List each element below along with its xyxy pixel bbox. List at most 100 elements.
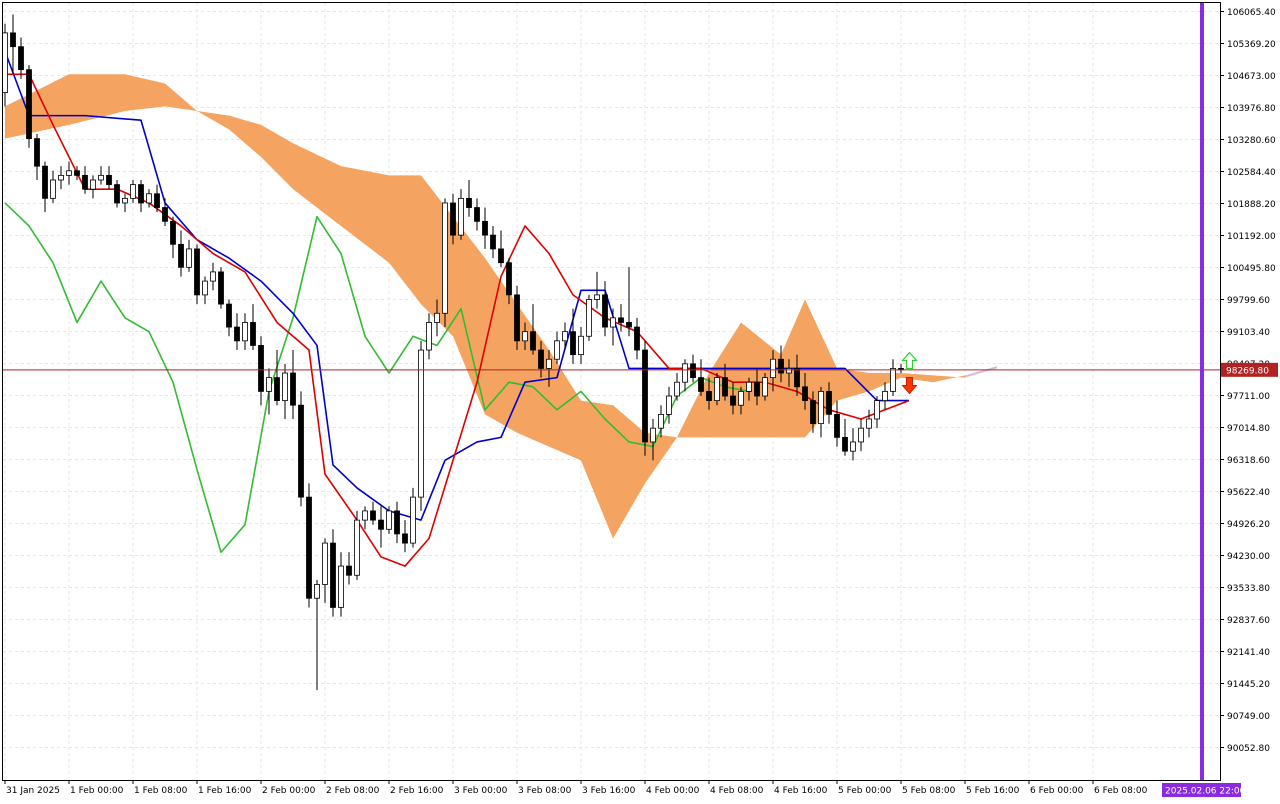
candle-up — [354, 519, 360, 576]
candle-up — [58, 174, 64, 181]
x-tick-label: 2 Feb 16:00 — [390, 786, 444, 796]
candle-down — [722, 377, 728, 397]
kumo-bull-segment — [453, 216, 485, 415]
y-axis: 106065.40 105369.20 104673.00 103976.80 1032… — [1220, 8, 1278, 754]
x-tick-label: 3 Feb 16:00 — [582, 786, 636, 796]
candle-down — [450, 202, 456, 236]
candle-up — [874, 400, 880, 420]
candle-down — [226, 303, 232, 328]
candle-down — [690, 363, 696, 379]
candle-down — [706, 391, 712, 402]
candle-down — [290, 372, 296, 406]
candle-up — [418, 349, 424, 498]
signal-arrows — [901, 351, 918, 395]
candle-up — [746, 381, 752, 392]
y-tick-label: 101192.00 — [1227, 232, 1276, 242]
candle-up — [546, 358, 552, 369]
candle-down — [834, 413, 840, 438]
candle-down — [178, 243, 184, 268]
candle-down — [74, 170, 80, 176]
kumo-bull-segment — [901, 373, 933, 383]
candle-down — [482, 220, 488, 236]
chikou-span-line — [4, 202, 750, 554]
candle-down — [474, 207, 480, 222]
candle-up — [442, 202, 448, 314]
y-tick-label: 90749.00 — [1227, 712, 1270, 722]
candle-down — [234, 326, 240, 342]
candle-down — [530, 331, 536, 351]
x-tick-label: 2 Feb 08:00 — [326, 786, 380, 796]
kumo-bull-segment — [933, 375, 965, 383]
y-tick-label: 97711.00 — [1227, 392, 1270, 402]
time-marker-label: 2025.02.06 22:00 — [1165, 787, 1246, 797]
candle-up — [714, 377, 720, 402]
candle-up — [866, 418, 872, 429]
kumo-bull-segment — [197, 111, 229, 130]
x-tick-label: 4 Feb 08:00 — [710, 786, 764, 796]
x-tick-label: 6 Feb 08:00 — [1094, 786, 1148, 796]
kumo-bull-segment — [741, 322, 781, 438]
candle-down — [106, 174, 112, 185]
candle-up — [410, 496, 416, 544]
chart-container[interactable]: 106065.40 105369.20 104673.00 103976.80 1032… — [0, 0, 1280, 800]
kumo-bull-segment — [837, 368, 869, 401]
kumo-bull-segment — [165, 83, 197, 112]
plot-border — [2, 2, 1221, 781]
x-tick-label: 1 Feb 16:00 — [198, 786, 252, 796]
candle-up — [202, 280, 208, 296]
candle-down — [194, 248, 200, 296]
candle-down — [170, 220, 176, 245]
x-tick-label: 1 Feb 08:00 — [134, 786, 188, 796]
x-tick-label: 2 Feb 00:00 — [262, 786, 316, 796]
candle-up — [562, 331, 568, 342]
candle-up — [578, 335, 584, 356]
x-axis: 31 Jan 2025 1 Feb 00:00 1 Feb 08:00 1 Feb 1… — [4, 780, 1148, 796]
chart-frame — [2, 2, 1221, 781]
candle-up — [98, 174, 104, 181]
kumo-bull-segment — [485, 258, 517, 433]
candle-down — [114, 184, 120, 204]
candle-down — [802, 386, 808, 402]
candle-up — [362, 510, 368, 521]
candle-up — [242, 322, 248, 342]
x-tick-label: 3 Feb 00:00 — [454, 786, 508, 796]
candle-up — [554, 340, 560, 360]
candle-up — [282, 372, 288, 402]
y-tick-label: 92837.60 — [1227, 616, 1270, 626]
y-tick-label: 105369.20 — [1227, 40, 1276, 50]
candle-up — [738, 391, 744, 406]
candle-down — [258, 345, 264, 392]
y-tick-label: 90052.80 — [1227, 744, 1270, 754]
candle-up — [522, 331, 528, 342]
candle-down — [42, 165, 48, 199]
candle-down — [162, 207, 168, 222]
candle-down — [514, 294, 520, 342]
x-tick-label: 5 Feb 00:00 — [838, 786, 892, 796]
x-tick-label: 5 Feb 08:00 — [902, 786, 956, 796]
kumo-bear-segment — [965, 366, 997, 378]
candle-up — [434, 312, 440, 323]
candle-down — [154, 193, 160, 208]
candle-up — [210, 271, 216, 282]
candle-down — [810, 400, 816, 424]
candle-up — [266, 377, 272, 392]
candle-up — [818, 391, 824, 424]
candle-down — [602, 294, 608, 328]
candle-down — [378, 519, 384, 530]
candle-up — [186, 248, 192, 268]
candle-down — [402, 533, 408, 544]
candle-down — [330, 542, 336, 608]
candle-down — [346, 565, 352, 576]
grid — [3, 3, 1220, 780]
x-tick-label: 4 Feb 16:00 — [774, 786, 828, 796]
candle-up — [650, 427, 656, 443]
candle-down — [34, 138, 40, 167]
ichimoku-chart[interactable]: 106065.40 105369.20 104673.00 103976.80 1032… — [0, 0, 1280, 800]
y-tick-label: 94926.20 — [1227, 520, 1270, 530]
y-tick-label: 100495.80 — [1227, 264, 1276, 274]
candle-down — [10, 32, 16, 48]
candle-up — [594, 294, 600, 300]
kumo-bull-segment — [5, 74, 69, 139]
y-tick-label: 102584.40 — [1227, 168, 1276, 178]
candle-up — [90, 179, 96, 190]
